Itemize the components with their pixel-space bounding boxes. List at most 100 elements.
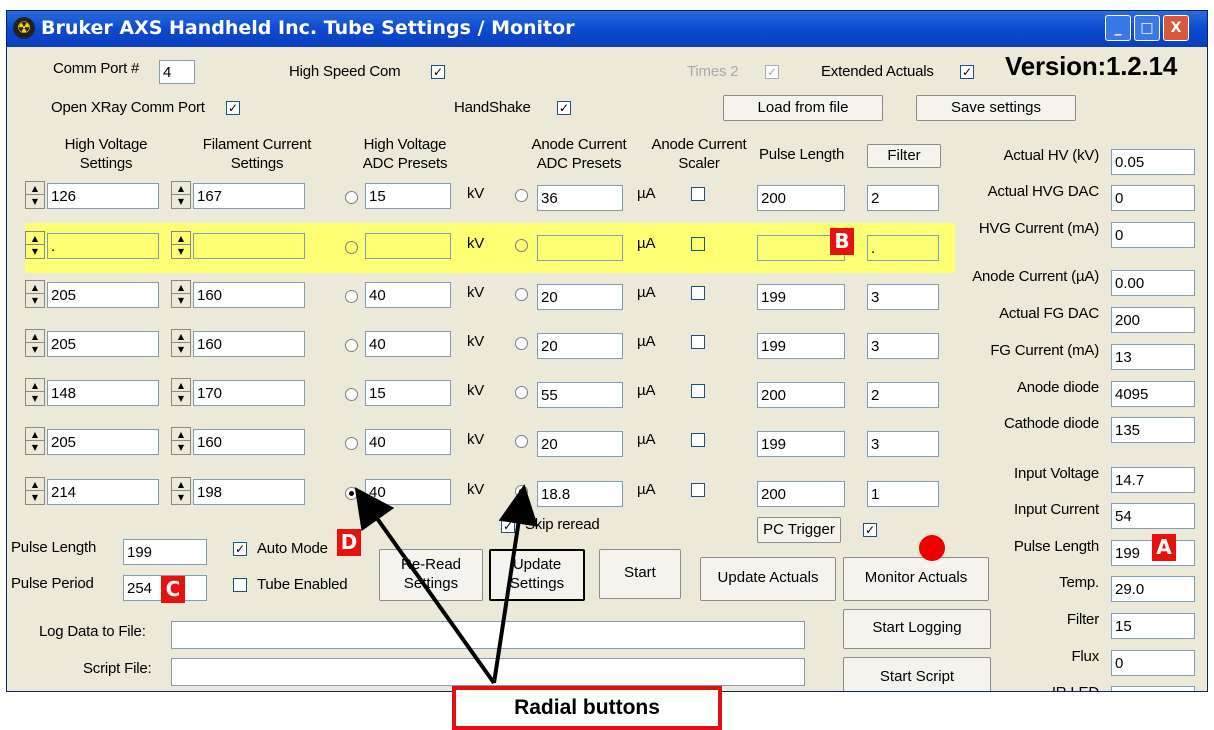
log-file-input[interactable] <box>171 621 805 649</box>
handshake-checkbox[interactable]: ✓ <box>557 101 571 115</box>
hv-setting-input[interactable]: . <box>47 233 159 259</box>
anode-adc-input[interactable]: 20 <box>537 431 623 457</box>
pulse-length-row-input[interactable]: 199 <box>757 431 845 457</box>
spin-up-icon[interactable]: ▲ <box>26 232 44 245</box>
hv-setting-input[interactable]: 205 <box>47 282 159 308</box>
skip-reread-checkbox[interactable]: ✓ <box>501 519 515 533</box>
fc-spinner[interactable]: ▲ ▼ <box>171 181 191 209</box>
hv-adc-input[interactable]: 40 <box>365 479 451 505</box>
fc-setting-input[interactable]: 198 <box>193 479 305 505</box>
monitor-actuals-button[interactable]: Monitor Actuals <box>843 557 989 601</box>
filter-row-input[interactable]: 1 <box>867 481 939 507</box>
fc-spinner[interactable]: ▲ ▼ <box>171 280 191 308</box>
hv-preset-radio[interactable] <box>345 339 358 352</box>
spin-up-icon[interactable]: ▲ <box>26 182 44 195</box>
fc-spinner[interactable]: ▲ ▼ <box>171 427 191 455</box>
start-logging-button[interactable]: Start Logging <box>843 609 991 649</box>
pulse-length-row-input[interactable]: 200 <box>757 185 845 211</box>
anode-preset-radio[interactable] <box>515 386 528 399</box>
spin-down-icon[interactable]: ▼ <box>172 195 190 208</box>
minimize-button[interactable]: _ <box>1105 15 1131 41</box>
pc-trigger-checkbox[interactable]: ✓ <box>863 523 877 537</box>
filter-row-input[interactable]: 2 <box>867 185 939 211</box>
fc-spinner[interactable]: ▲ ▼ <box>171 378 191 406</box>
anode-scaler-checkbox[interactable] <box>691 433 705 447</box>
anode-adc-input[interactable] <box>537 235 623 261</box>
hv-adc-input[interactable]: 15 <box>365 380 451 406</box>
pc-trigger-button[interactable]: PC Trigger <box>757 517 841 543</box>
spin-down-icon[interactable]: ▼ <box>172 343 190 356</box>
anode-scaler-checkbox[interactable] <box>691 237 705 251</box>
spin-up-icon[interactable]: ▲ <box>172 478 190 491</box>
title-bar[interactable]: ☢ Bruker AXS Handheld Inc. Tube Settings… <box>7 11 1207 47</box>
hv-spinner[interactable]: ▲ ▼ <box>25 378 45 406</box>
spin-down-icon[interactable]: ▼ <box>172 392 190 405</box>
hv-setting-input[interactable]: 205 <box>47 331 159 357</box>
anode-preset-radio[interactable] <box>515 288 528 301</box>
anode-scaler-checkbox[interactable] <box>691 187 705 201</box>
anode-adc-input[interactable]: 55 <box>537 382 623 408</box>
hv-spinner[interactable]: ▲ ▼ <box>25 280 45 308</box>
fc-spinner[interactable]: ▲ ▼ <box>171 329 191 357</box>
hv-preset-radio[interactable] <box>345 437 358 450</box>
hv-setting-input[interactable]: 214 <box>47 479 159 505</box>
spin-up-icon[interactable]: ▲ <box>26 281 44 294</box>
close-button[interactable]: X <box>1163 15 1189 41</box>
filter-row-input[interactable]: 3 <box>867 333 939 359</box>
spin-up-icon[interactable]: ▲ <box>172 379 190 392</box>
hv-spinner[interactable]: ▲ ▼ <box>25 477 45 505</box>
spin-down-icon[interactable]: ▼ <box>172 441 190 454</box>
fc-setting-input[interactable]: 170 <box>193 380 305 406</box>
spin-up-icon[interactable]: ▲ <box>26 330 44 343</box>
hv-adc-input[interactable]: 15 <box>365 183 451 209</box>
spin-down-icon[interactable]: ▼ <box>26 195 44 208</box>
anode-preset-radio[interactable] <box>515 189 528 202</box>
spin-down-icon[interactable]: ▼ <box>26 245 44 258</box>
filter-row-input[interactable]: 2 <box>867 382 939 408</box>
tube-enabled-checkbox[interactable] <box>233 578 247 592</box>
fc-spinner[interactable]: ▲ ▼ <box>171 231 191 259</box>
hv-adc-input[interactable]: 40 <box>365 282 451 308</box>
hv-preset-radio[interactable] <box>345 241 358 254</box>
script-file-input[interactable] <box>171 658 805 686</box>
hv-adc-input[interactable]: 40 <box>365 331 451 357</box>
anode-scaler-checkbox[interactable] <box>691 384 705 398</box>
update-settings-button[interactable]: Update Settings <box>489 549 585 601</box>
spin-up-icon[interactable]: ▲ <box>172 182 190 195</box>
filter-row-input[interactable]: 3 <box>867 284 939 310</box>
auto-mode-checkbox[interactable]: ✓ <box>233 542 247 556</box>
fc-spinner[interactable]: ▲ ▼ <box>171 477 191 505</box>
spin-down-icon[interactable]: ▼ <box>26 392 44 405</box>
filter-button[interactable]: Filter <box>867 144 941 168</box>
anode-preset-radio[interactable] <box>515 435 528 448</box>
start-button[interactable]: Start <box>599 549 681 599</box>
pulse-length-row-input[interactable]: 200 <box>757 481 845 507</box>
hv-spinner[interactable]: ▲ ▼ <box>25 329 45 357</box>
spin-down-icon[interactable]: ▼ <box>26 343 44 356</box>
maximize-button[interactable]: □ <box>1134 15 1160 41</box>
spin-down-icon[interactable]: ▼ <box>26 441 44 454</box>
fc-setting-input[interactable] <box>193 233 305 259</box>
spin-up-icon[interactable]: ▲ <box>26 478 44 491</box>
anode-scaler-checkbox[interactable] <box>691 335 705 349</box>
start-script-button[interactable]: Start Script <box>843 657 991 691</box>
hv-preset-radio[interactable] <box>345 290 358 303</box>
anode-scaler-checkbox[interactable] <box>691 286 705 300</box>
pulse-length-row-input[interactable]: 199 <box>757 284 845 310</box>
reread-settings-button[interactable]: Re-Read Settings <box>379 549 483 601</box>
high-speed-com-checkbox[interactable]: ✓ <box>431 65 445 79</box>
load-from-file-button[interactable]: Load from file <box>723 95 883 121</box>
hv-adc-input[interactable] <box>365 233 451 259</box>
hv-adc-input[interactable]: 40 <box>365 429 451 455</box>
spin-up-icon[interactable]: ▲ <box>26 428 44 441</box>
extended-actuals-checkbox[interactable]: ✓ <box>960 65 974 79</box>
anode-scaler-checkbox[interactable] <box>691 483 705 497</box>
spin-up-icon[interactable]: ▲ <box>26 379 44 392</box>
anode-adc-input[interactable]: 18.8 <box>537 481 623 507</box>
pulse-length-row-input[interactable]: 200 <box>757 382 845 408</box>
pulse-length-input[interactable]: 199 <box>123 539 207 565</box>
anode-adc-input[interactable]: 20 <box>537 333 623 359</box>
fc-setting-input[interactable]: 167 <box>193 183 305 209</box>
spin-down-icon[interactable]: ▼ <box>172 245 190 258</box>
update-actuals-button[interactable]: Update Actuals <box>700 557 836 601</box>
